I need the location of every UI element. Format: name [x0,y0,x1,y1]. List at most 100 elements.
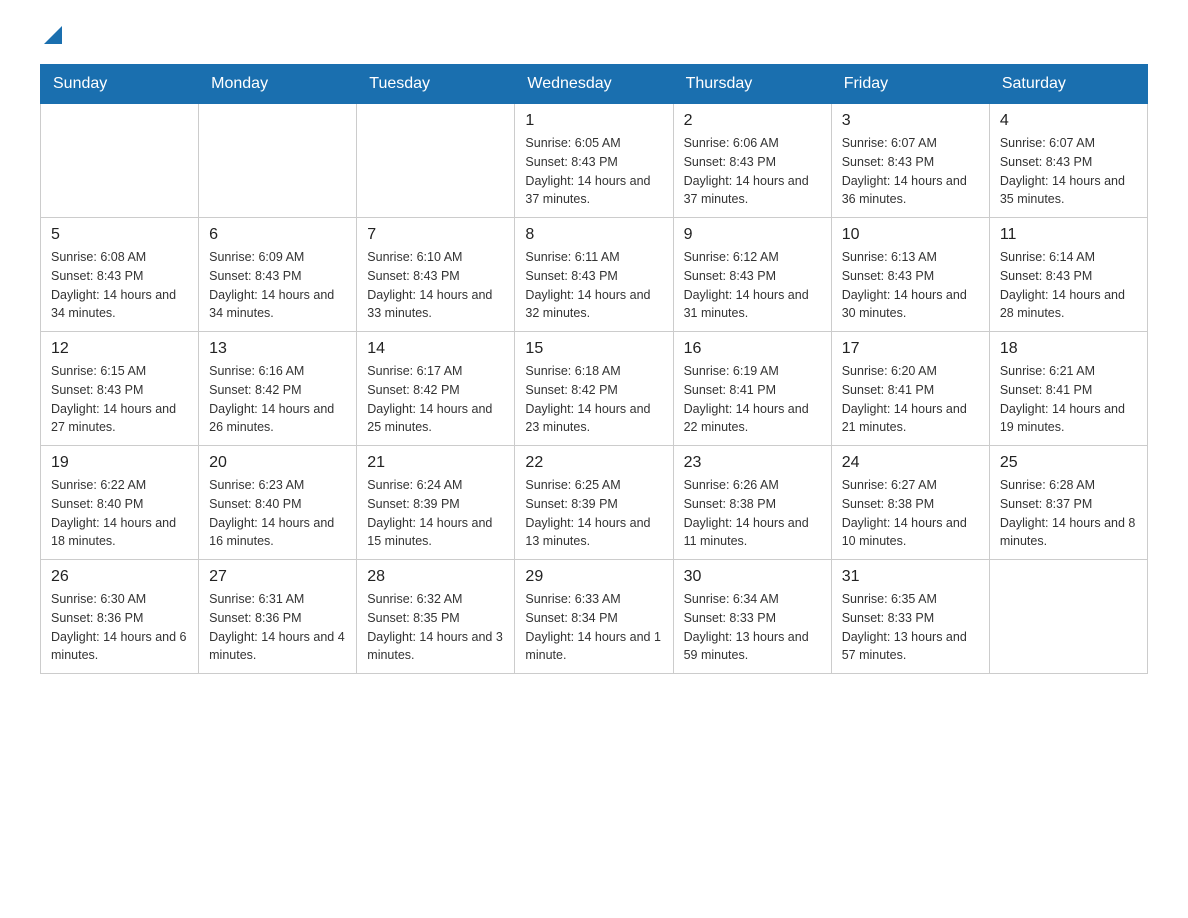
calendar-table: SundayMondayTuesdayWednesdayThursdayFrid… [40,64,1148,674]
calendar-cell [41,104,199,218]
day-number: 27 [209,568,346,586]
day-number: 28 [367,568,504,586]
calendar-cell [357,104,515,218]
calendar-cell: 24Sunrise: 6:27 AM Sunset: 8:38 PM Dayli… [831,446,989,560]
day-number: 21 [367,454,504,472]
day-number: 18 [1000,340,1137,358]
calendar-cell: 5 Sunrise: 6:08 AM Sunset: 8:43 PM Daylig… [41,218,199,332]
calendar-cell: 29 Sunrise: 6:33 AM Sunset: 8:34 PM Dayli… [515,560,673,674]
day-number: 25 [1000,454,1137,472]
day-info: Sunrise: 6:07 AM Sunset: 8:43 PM Dayligh… [842,134,979,209]
calendar-header-wednesday: Wednesday [515,65,673,104]
calendar-header-sunday: Sunday [41,65,199,104]
day-info: Sunrise: 6:33 AM Sunset: 8:34 PM Dayligh… [525,590,662,665]
day-info: Sunrise: 6:16 AM Sunset: 8:42 PM Dayligh… [209,362,346,437]
day-number: 30 [684,568,821,586]
day-number: 3 [842,112,979,130]
day-number: 2 [684,112,821,130]
week-row-4: 19 Sunrise: 6:22 AM Sunset: 8:40 PM Dayli… [41,446,1148,560]
calendar-header-saturday: Saturday [989,65,1147,104]
day-info: Sunrise: 6:27 AM Sunset: 8:38 PM Dayligh… [842,476,979,551]
day-info: Sunrise: 6:20 AM Sunset: 8:41 PM Dayligh… [842,362,979,437]
week-row-2: 5 Sunrise: 6:08 AM Sunset: 8:43 PM Daylig… [41,218,1148,332]
day-info: Sunrise: 6:05 AM Sunset: 8:43 PM Dayligh… [525,134,662,209]
day-info: Sunrise: 6:08 AM Sunset: 8:43 PM Dayligh… [51,248,188,323]
day-number: 31 [842,568,979,586]
day-number: 4 [1000,112,1137,130]
day-number: 10 [842,226,979,244]
calendar-cell: 27 Sunrise: 6:31 AM Sunset: 8:36 PM Dayli… [199,560,357,674]
day-number: 13 [209,340,346,358]
calendar-cell: 15Sunrise: 6:18 AM Sunset: 8:42 PM Dayli… [515,332,673,446]
calendar-cell: 22 Sunrise: 6:25 AM Sunset: 8:39 PM Dayli… [515,446,673,560]
day-info: Sunrise: 6:24 AM Sunset: 8:39 PM Dayligh… [367,476,504,551]
calendar-cell: 26 Sunrise: 6:30 AM Sunset: 8:36 PM Dayli… [41,560,199,674]
calendar-cell: 19 Sunrise: 6:22 AM Sunset: 8:40 PM Dayli… [41,446,199,560]
calendar-cell: 18 Sunrise: 6:21 AM Sunset: 8:41 PM Dayli… [989,332,1147,446]
day-number: 11 [1000,226,1137,244]
calendar-header-tuesday: Tuesday [357,65,515,104]
calendar-header-friday: Friday [831,65,989,104]
calendar-header-thursday: Thursday [673,65,831,104]
day-info: Sunrise: 6:35 AM Sunset: 8:33 PM Dayligh… [842,590,979,665]
day-info: Sunrise: 6:10 AM Sunset: 8:43 PM Dayligh… [367,248,504,323]
calendar-cell: 8Sunrise: 6:11 AM Sunset: 8:43 PM Daylig… [515,218,673,332]
day-info: Sunrise: 6:09 AM Sunset: 8:43 PM Dayligh… [209,248,346,323]
calendar-cell: 31 Sunrise: 6:35 AM Sunset: 8:33 PM Dayli… [831,560,989,674]
day-info: Sunrise: 6:32 AM Sunset: 8:35 PM Dayligh… [367,590,504,665]
day-number: 16 [684,340,821,358]
day-info: Sunrise: 6:14 AM Sunset: 8:43 PM Dayligh… [1000,248,1137,323]
day-info: Sunrise: 6:31 AM Sunset: 8:36 PM Dayligh… [209,590,346,665]
day-info: Sunrise: 6:34 AM Sunset: 8:33 PM Dayligh… [684,590,821,665]
calendar-cell: 10 Sunrise: 6:13 AM Sunset: 8:43 PM Dayli… [831,218,989,332]
day-number: 7 [367,226,504,244]
calendar-cell: 4Sunrise: 6:07 AM Sunset: 8:43 PM Daylig… [989,104,1147,218]
day-number: 8 [525,226,662,244]
calendar-header-row: SundayMondayTuesdayWednesdayThursdayFrid… [41,65,1148,104]
calendar-header-monday: Monday [199,65,357,104]
calendar-cell: 7 Sunrise: 6:10 AM Sunset: 8:43 PM Daylig… [357,218,515,332]
day-number: 9 [684,226,821,244]
week-row-3: 12Sunrise: 6:15 AM Sunset: 8:43 PM Dayli… [41,332,1148,446]
day-number: 22 [525,454,662,472]
calendar-cell: 25Sunrise: 6:28 AM Sunset: 8:37 PM Dayli… [989,446,1147,560]
day-info: Sunrise: 6:19 AM Sunset: 8:41 PM Dayligh… [684,362,821,437]
day-info: Sunrise: 6:13 AM Sunset: 8:43 PM Dayligh… [842,248,979,323]
day-info: Sunrise: 6:30 AM Sunset: 8:36 PM Dayligh… [51,590,188,665]
day-info: Sunrise: 6:12 AM Sunset: 8:43 PM Dayligh… [684,248,821,323]
calendar-cell [989,560,1147,674]
calendar-cell: 17Sunrise: 6:20 AM Sunset: 8:41 PM Dayli… [831,332,989,446]
day-info: Sunrise: 6:21 AM Sunset: 8:41 PM Dayligh… [1000,362,1137,437]
day-number: 20 [209,454,346,472]
day-number: 1 [525,112,662,130]
day-info: Sunrise: 6:25 AM Sunset: 8:39 PM Dayligh… [525,476,662,551]
day-number: 19 [51,454,188,472]
day-info: Sunrise: 6:17 AM Sunset: 8:42 PM Dayligh… [367,362,504,437]
calendar-cell: 6Sunrise: 6:09 AM Sunset: 8:43 PM Daylig… [199,218,357,332]
logo [40,30,62,44]
day-number: 26 [51,568,188,586]
calendar-cell: 9 Sunrise: 6:12 AM Sunset: 8:43 PM Daylig… [673,218,831,332]
week-row-5: 26 Sunrise: 6:30 AM Sunset: 8:36 PM Dayli… [41,560,1148,674]
calendar-cell [199,104,357,218]
day-number: 5 [51,226,188,244]
day-number: 12 [51,340,188,358]
calendar-cell: 13 Sunrise: 6:16 AM Sunset: 8:42 PM Dayli… [199,332,357,446]
day-number: 29 [525,568,662,586]
day-number: 14 [367,340,504,358]
calendar-cell: 30 Sunrise: 6:34 AM Sunset: 8:33 PM Dayli… [673,560,831,674]
calendar-cell: 16 Sunrise: 6:19 AM Sunset: 8:41 PM Dayli… [673,332,831,446]
calendar-cell: 2 Sunrise: 6:06 AM Sunset: 8:43 PM Daylig… [673,104,831,218]
day-number: 23 [684,454,821,472]
calendar-cell: 21 Sunrise: 6:24 AM Sunset: 8:39 PM Dayli… [357,446,515,560]
calendar-cell: 12Sunrise: 6:15 AM Sunset: 8:43 PM Dayli… [41,332,199,446]
day-info: Sunrise: 6:22 AM Sunset: 8:40 PM Dayligh… [51,476,188,551]
day-info: Sunrise: 6:06 AM Sunset: 8:43 PM Dayligh… [684,134,821,209]
calendar-cell: 14 Sunrise: 6:17 AM Sunset: 8:42 PM Dayli… [357,332,515,446]
calendar-cell: 23Sunrise: 6:26 AM Sunset: 8:38 PM Dayli… [673,446,831,560]
day-info: Sunrise: 6:23 AM Sunset: 8:40 PM Dayligh… [209,476,346,551]
calendar-cell: 1 Sunrise: 6:05 AM Sunset: 8:43 PM Daylig… [515,104,673,218]
day-info: Sunrise: 6:18 AM Sunset: 8:42 PM Dayligh… [525,362,662,437]
calendar-cell: 11 Sunrise: 6:14 AM Sunset: 8:43 PM Dayli… [989,218,1147,332]
calendar-cell: 20 Sunrise: 6:23 AM Sunset: 8:40 PM Dayli… [199,446,357,560]
